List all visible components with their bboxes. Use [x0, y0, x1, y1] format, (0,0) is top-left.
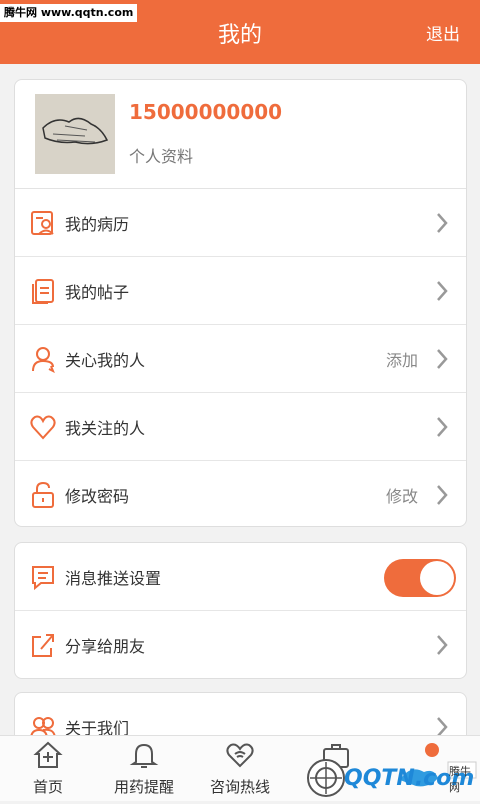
tab-hotline[interactable]: 咨询热线: [192, 736, 288, 801]
lock-icon: [32, 481, 54, 508]
medical-record-icon: [31, 211, 54, 235]
chevron-right-icon: [437, 213, 448, 233]
site-watermark: 腾牛网 www.qqtn.com: [0, 4, 138, 22]
tab-label: 用药提醒: [113, 778, 174, 796]
home-icon: [33, 741, 63, 768]
qqtn-watermark: QQTN.com 腾牛网: [300, 748, 480, 800]
menu-label: 关心我的人: [65, 351, 146, 370]
tab-label: 首页: [32, 778, 63, 796]
posts-icon: [32, 279, 54, 304]
settings-card: 消息推送设置 分享给朋友: [14, 542, 467, 679]
hotline-icon: [226, 743, 254, 768]
push-toggle[interactable]: [384, 559, 456, 597]
add-action[interactable]: 添加: [386, 347, 418, 371]
chevron-right-icon: [437, 485, 448, 505]
message-icon: [32, 566, 54, 591]
user-phone: 15000000000: [129, 100, 283, 124]
chevron-right-icon: [437, 417, 448, 437]
bell-icon: [129, 743, 159, 768]
menu-label: 消息推送设置: [65, 569, 162, 588]
share-icon: [32, 634, 54, 657]
tab-label: 咨询热线: [209, 778, 270, 796]
qqtn-badge-text: 腾牛网: [449, 765, 471, 794]
modify-action[interactable]: 修改: [386, 483, 418, 507]
profile-link[interactable]: 个人资料: [129, 143, 193, 167]
menu-label: 我关注的人: [65, 419, 146, 438]
chevron-right-icon: [437, 281, 448, 301]
menu-item-people-caring[interactable]: 关心我的人 添加: [15, 325, 466, 393]
menu-item-my-posts[interactable]: 我的帖子: [15, 257, 466, 325]
menu-item-following[interactable]: 我关注的人: [15, 393, 466, 461]
menu-item-change-password[interactable]: 修改密码 修改: [15, 461, 466, 526]
menu-item-share[interactable]: 分享给朋友: [15, 611, 466, 678]
menu-item-medical-record[interactable]: 我的病历: [15, 189, 466, 257]
heart-icon: [30, 415, 56, 440]
logout-button[interactable]: 退出: [426, 20, 460, 45]
profile-card: 15000000000 个人资料 我的病历 我的帖子 关心我的人 添加 我关注的…: [14, 79, 467, 527]
toggle-knob: [420, 561, 454, 595]
menu-label: 修改密码: [65, 487, 130, 506]
avatar[interactable]: [35, 94, 115, 174]
chevron-right-icon: [437, 635, 448, 655]
profile-section[interactable]: 15000000000 个人资料: [15, 80, 466, 189]
person-icon: [32, 347, 55, 373]
menu-label: 我的病历: [65, 215, 130, 234]
tab-home[interactable]: 首页: [0, 736, 96, 801]
menu-label: 分享给朋友: [65, 637, 146, 656]
chevron-right-icon: [437, 349, 448, 369]
menu-item-push-settings: 消息推送设置: [15, 543, 466, 611]
tab-medication-reminder[interactable]: 用药提醒: [96, 736, 192, 801]
menu-label: 我的帖子: [65, 283, 130, 302]
